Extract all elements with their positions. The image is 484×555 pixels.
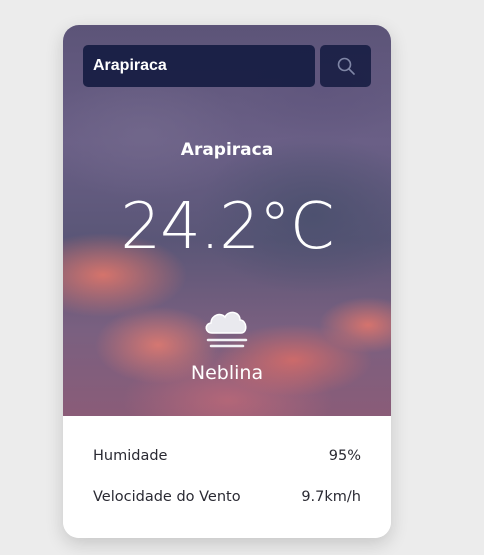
search-icon <box>336 56 356 76</box>
sky-background: Arapiraca 24.2°C Neblina <box>63 25 391 416</box>
humidity-row: Humidade 95% <box>93 448 361 464</box>
city-name: Arapiraca <box>180 140 274 160</box>
humidity-label: Humidade <box>93 448 168 464</box>
wind-speed-label: Velocidade do Vento <box>93 489 241 505</box>
weather-card: Arapiraca 24.2°C Neblina Humidade 95% Ve… <box>63 25 391 538</box>
weather-condition: Neblina <box>190 362 264 384</box>
weather-details: Humidade 95% Velocidade do Vento 9.7km/h <box>63 416 391 538</box>
search-button[interactable] <box>320 45 371 87</box>
humidity-value: 95% <box>328 448 361 464</box>
fog-icon <box>201 305 253 350</box>
wind-speed-value: 9.7km/h <box>301 489 361 505</box>
wind-speed-row: Velocidade do Vento 9.7km/h <box>93 489 361 505</box>
temperature-value: 24.2°C <box>120 190 334 264</box>
city-search-input[interactable] <box>83 45 315 87</box>
